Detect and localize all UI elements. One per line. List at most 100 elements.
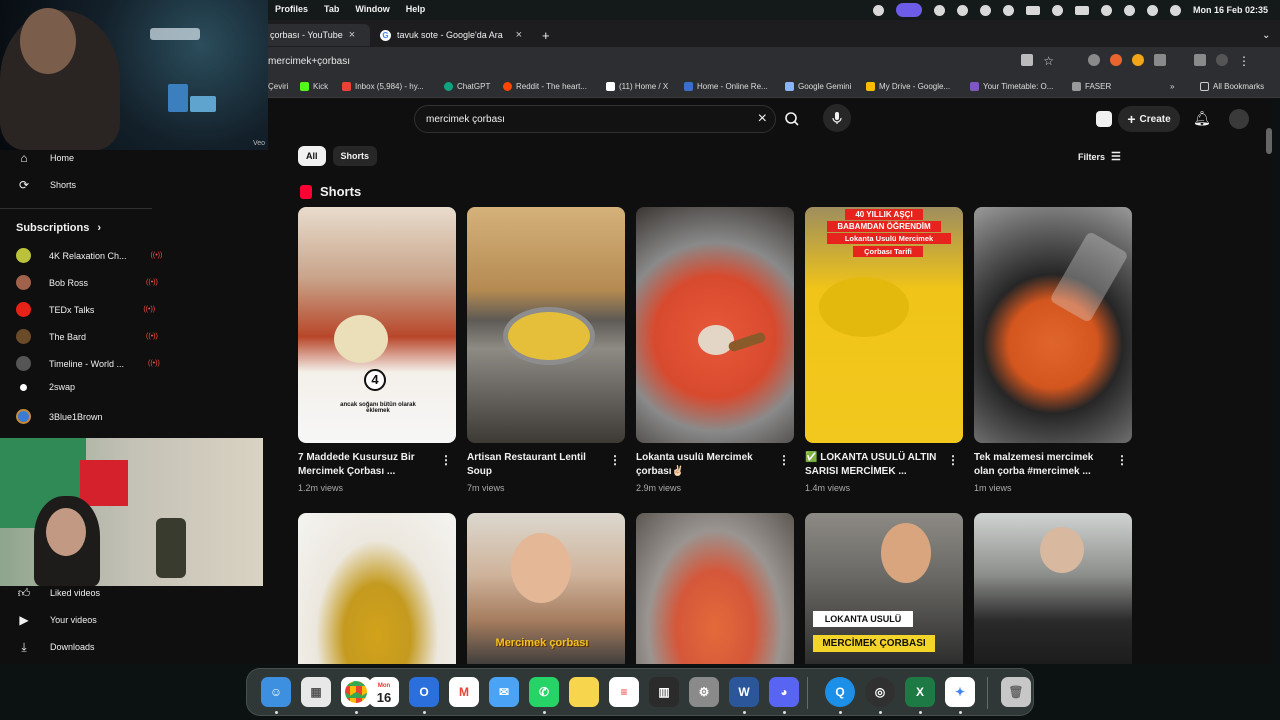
chip-shorts[interactable]: Shorts	[332, 146, 378, 166]
quicktime-icon[interactable]: Q	[825, 677, 855, 707]
tab-google-search[interactable]: G tavuk sote - Google'da Ara ×	[372, 24, 530, 46]
create-button[interactable]: + Create	[1118, 106, 1180, 132]
wifi-icon[interactable]	[1100, 4, 1112, 16]
app-store-icon[interactable]: ▥	[649, 677, 679, 707]
car-status-icon[interactable]	[1025, 5, 1040, 15]
more-options-icon[interactable]: ⋮	[778, 453, 790, 467]
subscription-item[interactable]: 2swap	[16, 382, 75, 392]
subscription-item[interactable]: The Bard ((•))	[16, 329, 158, 344]
voice-search-button[interactable]	[823, 104, 851, 132]
tab-youtube[interactable]: çorbası - YouTube ×	[262, 24, 370, 46]
short-title[interactable]: Tek malzemesi mercimek olan çorba #merci…	[974, 451, 1112, 479]
page-scrollbar-thumb[interactable]	[1266, 128, 1272, 154]
tab-search-chevron-icon[interactable]: ⌄	[1254, 24, 1278, 46]
spotify-status-icon[interactable]	[956, 4, 968, 16]
short-thumbnail[interactable]	[974, 513, 1132, 664]
outlook-icon[interactable]: O	[409, 677, 439, 707]
bookmark-item[interactable]: FASER	[1072, 82, 1111, 91]
subscription-item[interactable]: TEDx Talks ((•))	[16, 302, 155, 317]
shorts-card[interactable]: Artisan Restaurant Lentil Soup ⋮ 7m view…	[467, 207, 625, 493]
control-center-icon[interactable]	[1146, 4, 1158, 16]
profile-avatar-icon[interactable]	[1216, 54, 1228, 66]
battery-icon[interactable]	[1074, 5, 1089, 15]
shorts-card[interactable]	[636, 513, 794, 664]
close-tab-icon[interactable]: ×	[349, 29, 355, 41]
short-thumbnail[interactable]: 40 YILLIK AŞÇI BABAMDAN ÖĞRENDİM Lokanta…	[805, 207, 963, 443]
system-settings-icon[interactable]: ⚙	[689, 677, 719, 707]
pen-status-icon[interactable]	[979, 4, 991, 16]
sidebar-item-liked-videos[interactable]: 👍︎ Liked videos	[16, 585, 100, 601]
short-thumbnail[interactable]: LOKANTA USULÜ MERCİMEK ÇORBASI	[805, 513, 963, 664]
shorts-card[interactable]: Lokanta usulü Mercimek çorbası✌🏻 ⋮ 2.9m …	[636, 207, 794, 493]
more-menu-icon[interactable]: ⋮	[1238, 54, 1250, 68]
sidebar-item-home[interactable]: ⌂ Home	[16, 150, 74, 166]
more-options-icon[interactable]: ⋮	[947, 453, 959, 467]
bookmark-item[interactable]: Reddit - The heart...	[503, 82, 587, 91]
bookmarks-overflow-icon[interactable]: »	[1170, 82, 1174, 91]
shorts-card[interactable]: 4 ancak soğanı bütün olarak eklemek 7 Ma…	[298, 207, 456, 493]
filters-button[interactable]: Filters ☰	[1078, 150, 1121, 163]
screen-record-status-icon[interactable]	[895, 3, 922, 17]
chip-all[interactable]: All	[298, 146, 326, 166]
short-thumbnail[interactable]	[636, 207, 794, 443]
camera-status-icon[interactable]	[872, 4, 884, 16]
calendar-icon[interactable]: Mon 16	[369, 677, 399, 707]
notes-icon[interactable]	[569, 677, 599, 707]
more-options-icon[interactable]: ⋮	[440, 453, 452, 467]
siri-icon[interactable]	[1169, 4, 1181, 16]
extension-icon[interactable]	[1132, 54, 1144, 66]
gmail-icon[interactable]: M	[449, 677, 479, 707]
subscription-item[interactable]: 4K Relaxation Ch... ((•))	[16, 248, 162, 263]
bookmark-item[interactable]: Çeviri	[268, 82, 288, 91]
clear-search-icon[interactable]: ×	[758, 110, 767, 128]
spotlight-search-icon[interactable]	[1123, 4, 1135, 16]
shorts-card[interactable]: Tek malzemesi mercimek olan çorba #merci…	[974, 207, 1132, 493]
search-box[interactable]: mercimek çorbası ×	[414, 105, 776, 133]
bookmark-star-icon[interactable]: ☆	[1043, 54, 1054, 68]
gemini-icon[interactable]: ✦	[945, 677, 975, 707]
short-thumbnail[interactable]	[298, 513, 456, 664]
word-icon[interactable]: W	[729, 677, 759, 707]
finder-icon[interactable]: ☺	[261, 677, 291, 707]
mail-icon[interactable]: ✉	[489, 677, 519, 707]
subscription-item[interactable]: Bob Ross ((•))	[16, 275, 158, 290]
close-tab-icon[interactable]: ×	[516, 29, 522, 41]
bookmark-item[interactable]: ChatGPT	[444, 82, 490, 91]
extensions-puzzle-icon[interactable]	[1154, 54, 1166, 66]
search-button[interactable]	[776, 105, 808, 133]
menu-help[interactable]: Help	[406, 4, 426, 14]
sidebar-item-downloads[interactable]: ⤓ Downloads	[16, 639, 94, 655]
short-thumbnail[interactable]: 4 ancak soğanı bütün olarak eklemek	[298, 207, 456, 443]
trash-icon[interactable]: 🗑︎	[1001, 677, 1031, 707]
bookmark-item[interactable]: (11) Home / X	[606, 82, 668, 91]
media-control-icon[interactable]	[1194, 54, 1206, 66]
short-thumbnail[interactable]	[467, 207, 625, 443]
launchpad-icon[interactable]: ▦	[301, 677, 331, 707]
url-field[interactable]: mercimek+çorbası	[268, 56, 350, 67]
shorts-card[interactable]: Mercimek çorbası	[467, 513, 625, 664]
short-thumbnail[interactable]	[636, 513, 794, 664]
notifications-bell-icon[interactable]: 🔔︎	[1193, 110, 1211, 127]
bookmark-item[interactable]: Your Timetable: O...	[970, 82, 1053, 91]
bookmark-item[interactable]: Home - Online Re...	[684, 82, 768, 91]
reminders-icon[interactable]: ≡	[609, 677, 639, 707]
whatsapp-icon[interactable]: ✆	[529, 677, 559, 707]
short-title[interactable]: 7 Maddede Kusursuz Bir Mercimek Çorbası …	[298, 451, 436, 479]
extension-icon[interactable]	[1088, 54, 1100, 66]
subscription-item[interactable]: 3Blue1Brown	[16, 409, 103, 424]
search-input[interactable]: mercimek çorbası	[426, 114, 505, 125]
menubar-clock[interactable]: Mon 16 Feb 02:35	[1193, 5, 1268, 15]
more-options-icon[interactable]: ⋮	[1116, 453, 1128, 467]
chrome-icon[interactable]	[341, 677, 371, 707]
shorts-card[interactable]	[298, 513, 456, 664]
extension-icon[interactable]	[1110, 54, 1122, 66]
shorts-card[interactable]: LOKANTA USULÜ MERCİMEK ÇORBASI	[805, 513, 963, 664]
shorts-card[interactable]: 40 YILLIK AŞÇI BABAMDAN ÖĞRENDİM Lokanta…	[805, 207, 963, 493]
short-title[interactable]: Artisan Restaurant Lentil Soup	[467, 451, 605, 479]
obs-icon[interactable]: ◎	[865, 677, 895, 707]
excel-icon[interactable]: X	[905, 677, 935, 707]
menu-window[interactable]: Window	[355, 4, 389, 14]
sidebar-subscriptions-header[interactable]: Subscriptions ›	[16, 222, 101, 234]
all-bookmarks-folder[interactable]: All Bookmarks	[1200, 82, 1264, 91]
bookmark-item[interactable]: My Drive - Google...	[866, 82, 950, 91]
